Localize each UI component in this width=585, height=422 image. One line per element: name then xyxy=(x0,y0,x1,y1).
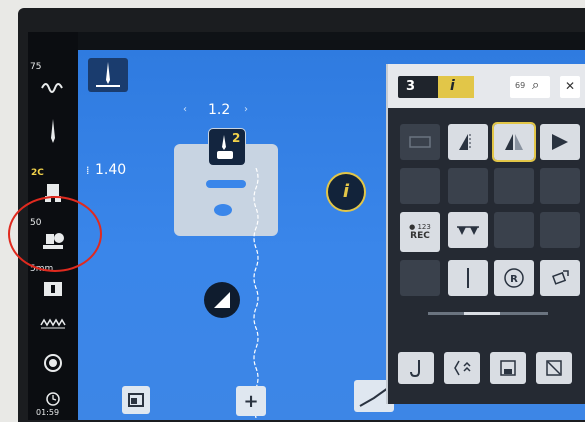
tab-breadcrumb[interactable]: 3 i xyxy=(398,76,474,98)
width-indicator-icon: ⁞ xyxy=(86,164,90,177)
rec-label: REC xyxy=(410,231,430,241)
stitch-plate-icon[interactable] xyxy=(40,278,66,300)
length-increase-arrow[interactable]: › xyxy=(244,104,248,115)
needle-thread-icon[interactable] xyxy=(40,76,66,98)
search-icon: ⌕ xyxy=(532,78,540,93)
tie-off-button[interactable] xyxy=(398,352,434,384)
add-button[interactable]: + xyxy=(236,386,266,416)
empty-slot-1 xyxy=(448,168,488,204)
foot-hole xyxy=(214,204,232,216)
foot-number: 2 xyxy=(232,131,241,145)
plus-icon: + xyxy=(243,391,259,412)
save-button[interactable] xyxy=(490,352,526,384)
stitch-direction-button[interactable] xyxy=(204,282,240,318)
thread-label: 2C xyxy=(31,168,44,178)
panel-header: 3 i 69 ⌕ ✕ xyxy=(388,64,585,108)
clock-time: 01:59 xyxy=(36,408,60,417)
stitch-length-value: 1.2 xyxy=(208,102,231,118)
delete-button[interactable] xyxy=(536,352,572,384)
pattern-start-button[interactable] xyxy=(400,260,440,296)
bobbin-icon[interactable] xyxy=(40,352,66,374)
scroll-track[interactable] xyxy=(428,312,548,315)
feed-dog-icon[interactable] xyxy=(40,312,66,334)
balance-button[interactable] xyxy=(448,212,488,248)
reverse-button[interactable]: R xyxy=(494,260,534,296)
clock-icon[interactable] xyxy=(40,388,66,410)
stitch-line xyxy=(253,168,259,418)
mirror-vertical-button[interactable] xyxy=(448,124,488,160)
foot-number-button[interactable]: 2 xyxy=(208,128,246,166)
search-button[interactable]: 69 ⌕ xyxy=(510,76,550,98)
scroll-thumb[interactable] xyxy=(464,312,500,315)
highlight-annotation xyxy=(8,196,102,272)
stitch-width-value: 1.40 xyxy=(95,162,127,178)
empty-slot-4 xyxy=(494,212,534,248)
tab-info[interactable]: i xyxy=(438,76,474,98)
foot-slot xyxy=(206,180,246,188)
center-needle-button[interactable] xyxy=(448,260,488,296)
needle-icon[interactable] xyxy=(40,119,66,143)
top-bar xyxy=(78,32,585,50)
mirror-horizontal-button[interactable] xyxy=(492,122,536,162)
tab-number: 3 xyxy=(406,79,416,94)
stitch-counter-button[interactable] xyxy=(400,124,440,160)
record-button[interactable]: ● 123 REC xyxy=(400,212,440,252)
edit-panel: 3 i 69 ⌕ ✕ ● 123 REC R xyxy=(386,64,585,404)
rotate-pattern-button[interactable] xyxy=(540,124,580,160)
svg-text:R: R xyxy=(510,274,518,285)
needle-count-label: 75 xyxy=(30,62,42,72)
length-decrease-arrow[interactable]: ‹ xyxy=(183,104,187,115)
empty-slot-3 xyxy=(540,168,580,204)
display-toggle-button[interactable] xyxy=(122,386,150,414)
empty-slot-5 xyxy=(540,212,580,248)
info-icon: i xyxy=(342,181,350,202)
securing-stitch-button[interactable] xyxy=(444,352,480,384)
screen: 75 2C 50 5mm 01:59 ‹ 1.2 › ⁞ 1.40 2 i + … xyxy=(28,32,585,420)
info-button[interactable]: i xyxy=(326,172,366,212)
empty-slot-2 xyxy=(494,168,534,204)
close-button[interactable]: ✕ xyxy=(560,76,580,98)
needle-position-button[interactable] xyxy=(88,58,128,92)
resize-button[interactable] xyxy=(540,260,580,296)
pattern-repeat-button[interactable] xyxy=(400,168,440,204)
close-icon: ✕ xyxy=(565,79,576,93)
